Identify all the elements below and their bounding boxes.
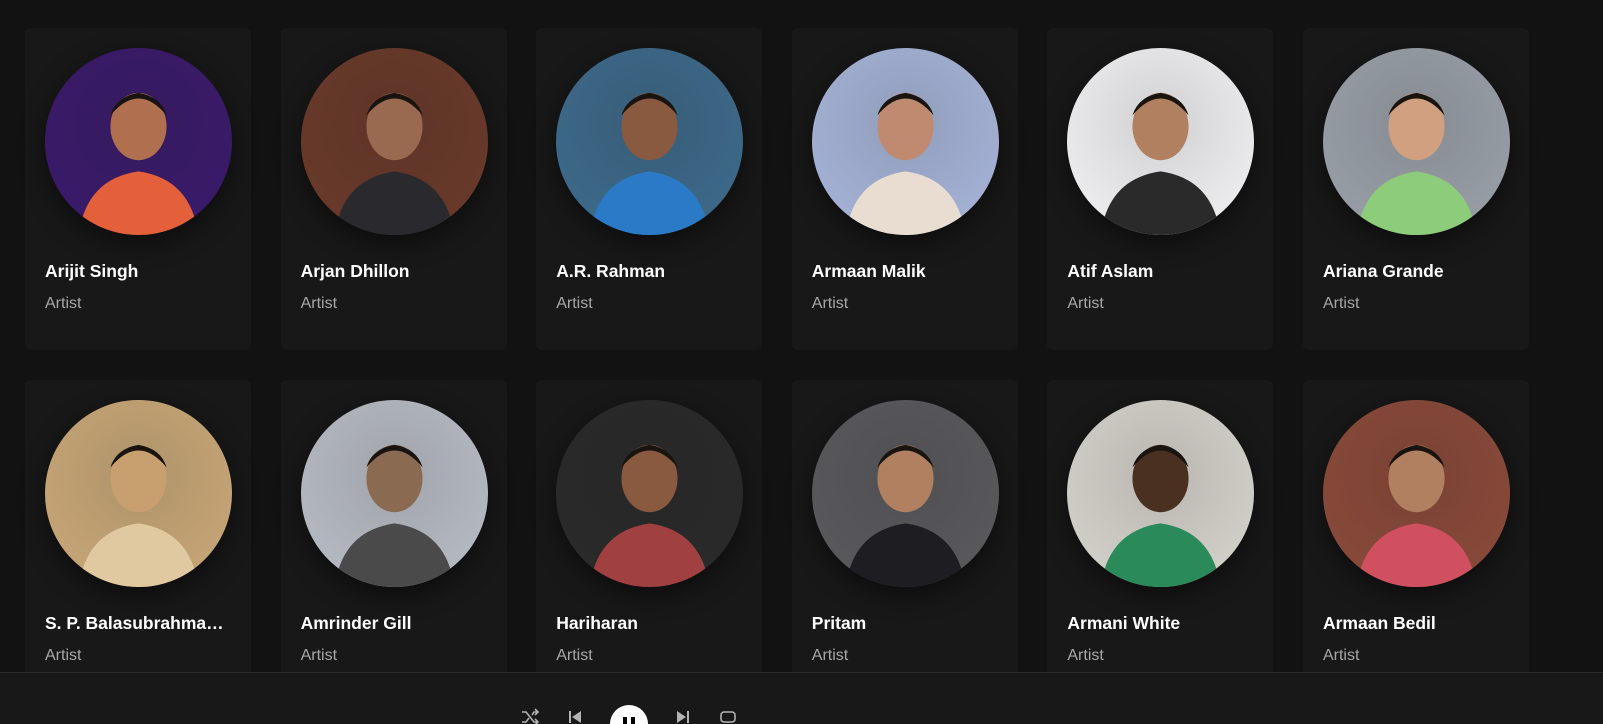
artist-avatar[interactable] bbox=[811, 48, 999, 235]
artist-card[interactable]: Armani White Artist bbox=[1047, 380, 1274, 702]
artist-type-label: Artist bbox=[300, 647, 338, 664]
artist-name[interactable]: Pritam bbox=[812, 612, 998, 634]
artist-grid: Arijit Singh Artist Arjan Dhillon Artist A.R… bbox=[25, 28, 1529, 702]
artist-avatar[interactable] bbox=[1067, 400, 1255, 587]
artist-name[interactable]: Armaan Bedil bbox=[1323, 612, 1509, 634]
artist-card[interactable]: Ariana Grande Artist bbox=[1302, 28, 1529, 350]
artist-avatar[interactable] bbox=[811, 400, 999, 587]
repeat-icon[interactable] bbox=[718, 707, 738, 724]
playback-controls bbox=[520, 691, 738, 724]
artist-type-label: Artist bbox=[300, 295, 338, 312]
artist-avatar[interactable] bbox=[556, 48, 744, 235]
artist-avatar[interactable] bbox=[1067, 48, 1255, 235]
artist-name[interactable]: S. P. Balasubrahmanyam bbox=[45, 612, 231, 634]
artist-card[interactable]: Armaan Malik Artist bbox=[791, 28, 1018, 350]
artist-avatar[interactable] bbox=[556, 400, 744, 587]
artist-avatar[interactable] bbox=[1322, 48, 1510, 235]
artist-name[interactable]: Hariharan bbox=[556, 612, 742, 634]
artist-name[interactable]: Armaan Malik bbox=[812, 260, 998, 282]
previous-icon[interactable] bbox=[566, 708, 584, 724]
next-icon[interactable] bbox=[674, 708, 692, 724]
artist-type-label: Artist bbox=[811, 647, 849, 664]
artist-card[interactable]: A.R. Rahman Artist bbox=[536, 28, 763, 350]
artist-avatar[interactable] bbox=[45, 400, 232, 587]
artist-type-label: Artist bbox=[45, 295, 82, 312]
artist-card[interactable]: Amrinder Gill Artist bbox=[280, 380, 507, 702]
artist-avatar[interactable] bbox=[1322, 400, 1510, 587]
artist-name[interactable]: Ariana Grande bbox=[1323, 260, 1509, 282]
artist-name[interactable]: Arjan Dhillon bbox=[301, 260, 487, 282]
artist-card[interactable]: Arijit Singh Artist bbox=[25, 28, 251, 350]
artist-name[interactable]: Arijit Singh bbox=[45, 260, 231, 282]
artist-card[interactable]: Hariharan Artist bbox=[536, 380, 763, 702]
artist-type-label: Artist bbox=[1067, 647, 1104, 664]
artist-type-label: Artist bbox=[556, 295, 593, 312]
artist-type-label: Artist bbox=[1067, 295, 1104, 312]
artist-type-label: Artist bbox=[45, 647, 82, 664]
artist-name[interactable]: A.R. Rahman bbox=[556, 260, 742, 282]
artist-card[interactable]: Armaan Bedil Artist bbox=[1302, 380, 1529, 702]
shuffle-icon[interactable] bbox=[520, 707, 540, 724]
artist-type-label: Artist bbox=[811, 295, 849, 312]
pause-icon bbox=[623, 717, 627, 724]
artist-card[interactable]: S. P. Balasubrahmanyam Artist bbox=[25, 380, 251, 702]
artist-avatar[interactable] bbox=[300, 400, 488, 587]
artist-name[interactable]: Amrinder Gill bbox=[301, 612, 487, 634]
artist-name[interactable]: Armani White bbox=[1067, 612, 1253, 634]
artist-avatar[interactable] bbox=[300, 48, 488, 235]
artist-name[interactable]: Atif Aslam bbox=[1067, 260, 1253, 282]
artist-type-label: Artist bbox=[1322, 295, 1360, 312]
artist-card[interactable]: Atif Aslam Artist bbox=[1047, 28, 1274, 350]
artist-card[interactable]: Arjan Dhillon Artist bbox=[280, 28, 507, 350]
player-bar bbox=[0, 672, 1603, 724]
artist-avatar[interactable] bbox=[45, 48, 232, 235]
pause-button[interactable] bbox=[610, 705, 648, 724]
artist-card[interactable]: Pritam Artist bbox=[791, 380, 1018, 702]
artist-search-results: Arijit Singh Artist Arjan Dhillon Artist A.R… bbox=[0, 0, 1603, 724]
artist-type-label: Artist bbox=[556, 647, 593, 664]
artist-type-label: Artist bbox=[1322, 647, 1360, 664]
